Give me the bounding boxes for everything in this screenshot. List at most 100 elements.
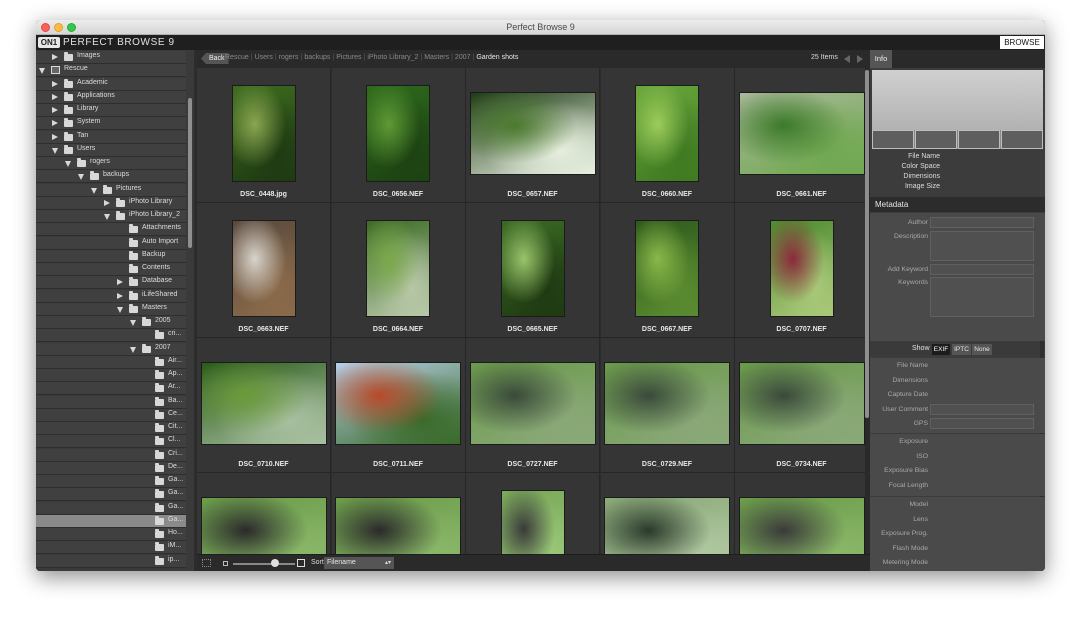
thumbnail-image[interactable] (366, 220, 431, 317)
thumbnail-cell[interactable]: DSC_0448.jpg (197, 68, 331, 203)
thumbnail-cell[interactable]: DSC_0707.NEF (735, 203, 865, 338)
disclosure-down-icon[interactable] (78, 174, 84, 181)
thumbnail-size-slider-knob[interactable] (270, 559, 279, 567)
disclosure-right-icon[interactable] (52, 54, 58, 60)
tree-item[interactable]: Contents (36, 263, 186, 276)
tree-item[interactable]: Tan (36, 130, 186, 144)
thumbnail-cell[interactable]: DSC_0661.NEF (735, 68, 865, 203)
breadcrumb-item[interactable]: Users (255, 54, 273, 61)
tree-item[interactable]: System (36, 117, 186, 131)
thumbnail-cell[interactable]: DSC_0711.NEF (331, 338, 466, 473)
breadcrumb-item[interactable]: backups (304, 54, 330, 61)
disclosure-down-icon[interactable] (91, 187, 97, 194)
tree-item[interactable]: Academic (36, 77, 186, 91)
tree-item[interactable]: Attachments (36, 223, 186, 237)
thumbnail-cell[interactable]: DSC_0667.NEF (600, 203, 735, 338)
tree-item[interactable]: 2007 (36, 342, 186, 356)
thumbnail-image[interactable] (469, 362, 596, 445)
tree-item[interactable]: Ga... (36, 475, 186, 488)
thumbnail-cell[interactable]: DSC_0660.NEF (600, 68, 735, 203)
tree-item[interactable]: Library (36, 104, 186, 117)
thumbnail-cell[interactable]: DSC_0727.NEF (466, 338, 600, 473)
tree-item[interactable]: Pictures (36, 183, 186, 197)
breadcrumb-item[interactable]: Masters (424, 54, 449, 61)
disclosure-down-icon[interactable] (52, 147, 58, 154)
disclosure-right-icon[interactable] (52, 107, 58, 113)
tree-item[interactable]: Applications (36, 90, 186, 104)
tree-item[interactable]: Cl... (36, 435, 186, 449)
tree-item[interactable]: cri... (36, 329, 186, 343)
thumbnail-cell[interactable] (735, 473, 865, 554)
thumbnail-image[interactable] (335, 362, 462, 445)
show-option-none[interactable]: None (972, 344, 992, 355)
breadcrumb-item[interactable]: 2007 (455, 54, 471, 61)
thumbnail-image[interactable] (231, 220, 296, 317)
thumbnail-image[interactable] (200, 362, 327, 445)
metadata-field-input[interactable] (930, 277, 1034, 317)
thumbnail-image[interactable] (500, 490, 565, 554)
tree-item[interactable]: ip... (36, 554, 186, 568)
thumbnail-image[interactable] (469, 92, 596, 175)
disclosure-right-icon[interactable] (52, 133, 58, 140)
grid-view-icon[interactable] (202, 559, 211, 567)
breadcrumb-item[interactable]: iPhoto Library_2 (367, 54, 418, 61)
tab-info[interactable]: Info (870, 50, 892, 68)
thumbnail-image[interactable] (604, 497, 731, 554)
tree-item[interactable]: iM... (36, 541, 186, 555)
tree-item[interactable]: iPhoto Library (36, 196, 186, 210)
tree-item[interactable]: Ba... (36, 395, 186, 409)
tree-item[interactable]: Rescue (36, 64, 186, 78)
show-option-iptc[interactable]: IPTC (952, 344, 971, 355)
disclosure-right-icon[interactable] (117, 292, 123, 299)
tree-item[interactable]: rogers (36, 157, 186, 170)
metadata-field-input[interactable] (930, 231, 1034, 261)
disclosure-right-icon[interactable] (52, 93, 58, 100)
tree-item[interactable]: 2005 (36, 316, 186, 329)
show-option-exif[interactable]: EXIF (932, 344, 950, 355)
tree-item[interactable]: iPhoto Library_2 (36, 210, 186, 223)
thumbnail-image[interactable] (738, 362, 865, 445)
thumbnail-cell[interactable]: DSC_0734.NEF (735, 338, 865, 473)
tree-item[interactable]: Masters (36, 302, 186, 316)
tree-item[interactable]: backups (36, 170, 186, 184)
browse-module-button[interactable]: BROWSE (1000, 36, 1044, 49)
thumbnail-cell[interactable] (466, 473, 600, 554)
thumbnail-cell[interactable]: DSC_0729.NEF (600, 338, 735, 473)
thumbnail-cell[interactable]: DSC_0656.NEF (331, 68, 466, 203)
thumbnail-image[interactable] (604, 362, 731, 445)
grid-scrollbar-thumb[interactable] (865, 70, 869, 418)
tree-item[interactable]: Ce... (36, 408, 186, 422)
folder-tree-sidebar[interactable]: Images Rescue Academic Applications Library S… (36, 50, 194, 571)
thumbnail-cell[interactable]: DSC_0663.NEF (197, 203, 331, 338)
tree-item[interactable]: Users (36, 143, 186, 157)
tree-item[interactable]: Cri... (36, 448, 186, 462)
thumbnail-image[interactable] (738, 92, 865, 175)
thumbnail-cell[interactable] (331, 473, 466, 554)
thumbnail-size-slider[interactable] (233, 563, 295, 565)
disclosure-down-icon[interactable] (39, 68, 45, 75)
thumbnail-image[interactable] (635, 220, 700, 317)
tree-item[interactable]: Ga... (36, 488, 186, 502)
thumbnail-image[interactable] (366, 85, 431, 182)
thumbnail-image[interactable] (738, 497, 865, 554)
breadcrumb-item[interactable]: Rescue (225, 54, 249, 61)
tree-item[interactable]: Auto Import (36, 236, 186, 250)
thumbnail-image[interactable] (769, 220, 834, 317)
breadcrumb-item[interactable]: rogers (279, 54, 299, 61)
thumbnail-cell[interactable]: DSC_0664.NEF (331, 203, 466, 338)
tree-item[interactable]: iLifeShared (36, 289, 186, 303)
thumbnail-image[interactable] (200, 497, 327, 554)
tree-item[interactable]: Images (36, 51, 186, 64)
metadata-field-input[interactable] (930, 264, 1034, 275)
thumbnail-image[interactable] (500, 220, 565, 317)
tree-item[interactable]: Air... (36, 355, 186, 369)
tree-item[interactable]: Backup (36, 249, 186, 263)
disclosure-right-icon[interactable] (52, 120, 58, 127)
tree-item[interactable]: Cit... (36, 422, 186, 435)
thumbnail-image[interactable] (335, 497, 462, 554)
disclosure-down-icon[interactable] (65, 161, 71, 167)
sort-select[interactable]: Filename ▴▾ (324, 557, 394, 569)
tree-item[interactable]: Ar... (36, 382, 186, 396)
tree-item[interactable]: Ho... (36, 528, 186, 541)
tree-item[interactable]: Ga... (36, 501, 186, 515)
